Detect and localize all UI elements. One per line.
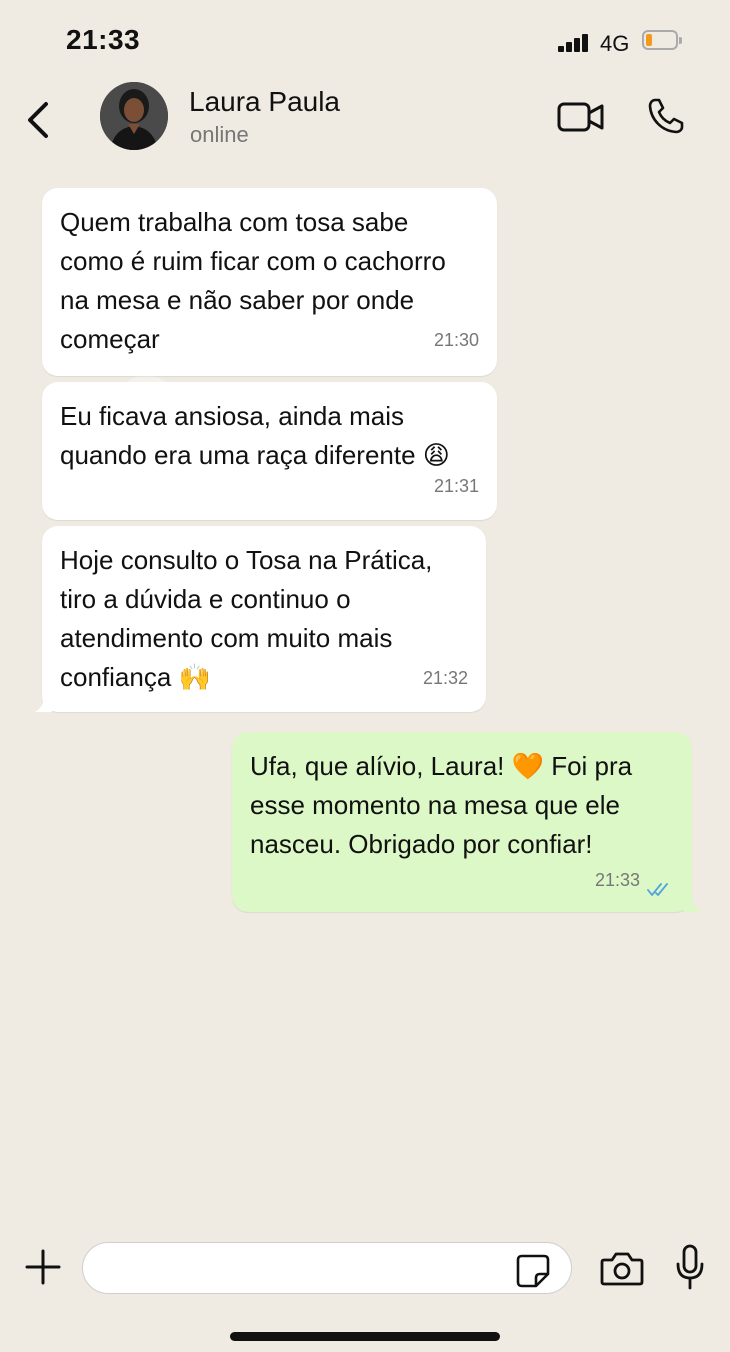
status-bar: 21:33 4G <box>0 0 730 80</box>
message-bubble[interactable]: Hoje consulto o Tosa na Prática, tiro a … <box>34 526 486 712</box>
sticker-button[interactable] <box>516 1254 550 1288</box>
message-time: 21:32 <box>422 668 468 688</box>
bubble-tail <box>34 696 52 712</box>
camera-icon <box>600 1252 644 1286</box>
status-time: 21:33 <box>66 24 141 55</box>
message-text: Ufa, que alívio, Laura! 🧡 Foi pra esse m… <box>250 751 633 859</box>
message-input-bar <box>0 1236 730 1302</box>
back-button[interactable] <box>22 98 56 142</box>
camera-button[interactable] <box>600 1250 644 1288</box>
message-bubble[interactable]: Ufa, que alívio, Laura! 🧡 Foi pra esse m… <box>232 732 702 912</box>
network-type: 4G <box>600 31 630 56</box>
message-text: Hoje consulto o Tosa na Prática, tiro a … <box>60 545 433 692</box>
signal-strength-icon <box>558 34 592 52</box>
microphone-icon <box>676 1244 704 1290</box>
back-chevron-icon <box>28 102 48 138</box>
message-bubble[interactable]: Quem trabalha com tosa sabe como é ruim … <box>42 188 497 376</box>
message-text: Quem trabalha com tosa sabe como é ruim … <box>60 207 446 354</box>
contact-name[interactable]: Laura Paula <box>189 86 340 118</box>
microphone-button[interactable] <box>674 1244 706 1292</box>
message-time: 21:30 <box>433 330 479 350</box>
attach-button[interactable] <box>24 1248 62 1286</box>
contact-status: online <box>190 122 249 147</box>
video-call-button[interactable] <box>556 98 606 138</box>
voice-call-button[interactable] <box>646 96 686 136</box>
message-text: Eu ficava ansiosa, ainda mais quando era… <box>60 401 450 470</box>
message-time: 21:33 <box>594 870 640 890</box>
phone-icon <box>648 98 684 134</box>
message-input[interactable] <box>82 1242 572 1294</box>
home-indicator[interactable] <box>230 1332 500 1341</box>
message-bubble[interactable]: Eu ficava ansiosa, ainda mais quando era… <box>42 382 497 520</box>
contact-avatar[interactable] <box>100 82 168 150</box>
bubble-tail <box>684 896 702 912</box>
battery-icon <box>642 30 682 52</box>
plus-icon <box>25 1249 61 1285</box>
chat-header: Laura Paula online <box>0 80 730 160</box>
video-camera-icon <box>557 102 604 132</box>
read-receipt-icon <box>647 883 668 896</box>
sticker-icon <box>516 1254 550 1288</box>
message-time: 21:31 <box>433 476 479 496</box>
